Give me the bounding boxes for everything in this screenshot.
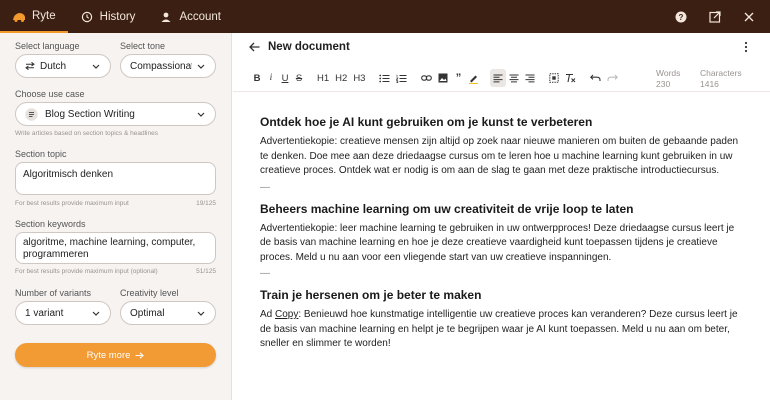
topic-hint: For best results provide maximum input bbox=[15, 200, 129, 207]
help-icon[interactable]: ? bbox=[664, 0, 698, 33]
variants-label: Number of variants bbox=[15, 288, 92, 298]
more-options-icon[interactable] bbox=[742, 40, 750, 54]
formatting-toolbar: B i U S H1 H2 H3 ” Words 230 Characters … bbox=[233, 65, 770, 92]
embed-icon[interactable] bbox=[546, 69, 562, 87]
ryte-logo-icon bbox=[12, 9, 26, 23]
keywords-char-count: 51/125 bbox=[196, 268, 216, 275]
use-case-hint: Write articles based on section topics &… bbox=[15, 130, 158, 137]
chevron-down-icon bbox=[91, 308, 101, 318]
use-case-select[interactable]: Blog Section Writing bbox=[15, 102, 216, 126]
topic-char-count: 19/125 bbox=[196, 200, 216, 207]
chevron-down-icon bbox=[196, 308, 206, 318]
open-external-icon[interactable] bbox=[698, 0, 732, 33]
align-center-icon[interactable] bbox=[506, 69, 522, 87]
h3-button[interactable]: H3 bbox=[350, 69, 368, 87]
link-icon[interactable] bbox=[418, 69, 435, 87]
highlight-pen-icon[interactable] bbox=[465, 69, 482, 87]
section-paragraph: Advertentiekopie: creatieve mensen zijn … bbox=[260, 136, 739, 176]
section-paragraph: Advertentiekopie: leer machine learning … bbox=[260, 222, 735, 263]
language-select[interactable]: Dutch bbox=[15, 54, 111, 78]
topic-label: Section topic bbox=[15, 149, 67, 159]
chevron-down-icon bbox=[196, 61, 206, 71]
back-arrow-icon[interactable] bbox=[249, 42, 260, 52]
document-title: New document bbox=[268, 41, 350, 53]
character-count: Characters 1416 bbox=[700, 68, 742, 90]
section-separator: — bbox=[260, 181, 270, 193]
ad-body: : Benieuwd hoe kunstmatige intelligentie… bbox=[260, 309, 738, 349]
tab-account[interactable]: Account bbox=[147, 0, 233, 33]
chevron-down-icon bbox=[196, 109, 206, 119]
use-case-label: Choose use case bbox=[15, 89, 85, 99]
characters-value: 1416 bbox=[700, 79, 719, 89]
keywords-label: Section keywords bbox=[15, 219, 86, 229]
words-label: Words bbox=[656, 68, 681, 78]
underline-button[interactable]: U bbox=[278, 69, 292, 87]
section-heading: Train je hersenen om je beter te maken bbox=[260, 288, 482, 302]
ryte-more-button[interactable]: Ryte more bbox=[15, 343, 216, 367]
ad-copy-underlined: Copy bbox=[275, 309, 299, 320]
language-label: Select language bbox=[15, 41, 80, 51]
tone-label: Select tone bbox=[120, 41, 166, 51]
topic-value: Algoritmisch denken bbox=[23, 169, 114, 180]
chevron-down-icon bbox=[91, 61, 101, 71]
svg-text:?: ? bbox=[679, 13, 684, 22]
h1-button[interactable]: H1 bbox=[314, 69, 332, 87]
words-value: 230 bbox=[656, 79, 671, 89]
tab-label: Account bbox=[179, 10, 221, 23]
tab-label: History bbox=[99, 10, 136, 23]
ad-prefix: Ad bbox=[260, 309, 276, 320]
tab-history[interactable]: History bbox=[68, 0, 148, 33]
document-editor: New document B i U S H1 H2 H3 ” Words 23… bbox=[233, 33, 770, 400]
account-icon bbox=[159, 10, 173, 24]
settings-sidebar: Select language Select tone Dutch Compas… bbox=[0, 33, 232, 400]
tone-select[interactable]: Compassionate bbox=[120, 54, 216, 78]
word-count: Words 230 bbox=[656, 68, 680, 90]
section-separator: — bbox=[260, 268, 270, 279]
document-header: New document bbox=[233, 33, 770, 61]
align-right-icon[interactable] bbox=[522, 69, 538, 87]
ryte-app-window: Ryte History Account ? Select language S… bbox=[0, 0, 770, 400]
arrow-right-icon bbox=[135, 351, 145, 359]
creativity-select[interactable]: Optimal bbox=[120, 301, 216, 325]
clear-format-icon[interactable] bbox=[562, 69, 579, 87]
strikethrough-button[interactable]: S bbox=[292, 69, 306, 87]
redo-icon[interactable] bbox=[604, 69, 621, 87]
topic-textarea[interactable]: Algoritmisch denken bbox=[15, 162, 216, 195]
document-list-icon bbox=[25, 107, 38, 121]
use-case-value: Blog Section Writing bbox=[45, 108, 135, 120]
tone-value: Compassionate bbox=[130, 60, 192, 72]
document-body[interactable]: Ontdek hoe je AI kunt gebruiken om je ku… bbox=[260, 115, 740, 352]
tab-label: Ryte bbox=[32, 9, 56, 22]
characters-label: Characters bbox=[700, 68, 742, 78]
keywords-value: algoritme, machine learning, computer, p… bbox=[23, 237, 196, 260]
section-paragraph: Ad Copy: Benieuwd hoe kunstmatige intell… bbox=[260, 308, 740, 352]
align-left-icon[interactable] bbox=[490, 69, 507, 87]
close-icon[interactable] bbox=[732, 0, 766, 33]
history-icon bbox=[80, 10, 94, 24]
top-bar: Ryte History Account ? bbox=[0, 0, 770, 33]
swap-icon bbox=[25, 62, 35, 70]
keywords-textarea[interactable]: algoritme, machine learning, computer, p… bbox=[15, 232, 216, 264]
numbered-list-icon[interactable] bbox=[393, 69, 410, 87]
variants-select[interactable]: 1 variant bbox=[15, 301, 111, 325]
h2-button[interactable]: H2 bbox=[332, 69, 350, 87]
creativity-label: Creativity level bbox=[120, 288, 179, 298]
section-heading: Ontdek hoe je AI kunt gebruiken om je ku… bbox=[260, 115, 593, 129]
italic-button[interactable]: i bbox=[264, 69, 278, 87]
keywords-hint: For best results provide maximum input (… bbox=[15, 268, 158, 275]
language-value: Dutch bbox=[40, 60, 67, 72]
quote-icon[interactable]: ” bbox=[451, 69, 465, 87]
creativity-value: Optimal bbox=[130, 307, 165, 319]
undo-icon[interactable] bbox=[587, 69, 604, 87]
section-heading: Beheers machine learning om uw creativit… bbox=[260, 201, 634, 216]
variants-value: 1 variant bbox=[25, 307, 64, 319]
ryte-more-label: Ryte more bbox=[86, 349, 131, 361]
image-icon[interactable] bbox=[435, 69, 451, 87]
bullet-list-icon[interactable] bbox=[376, 69, 393, 87]
tab-ryte[interactable]: Ryte bbox=[0, 0, 68, 33]
bold-button[interactable]: B bbox=[250, 69, 264, 87]
